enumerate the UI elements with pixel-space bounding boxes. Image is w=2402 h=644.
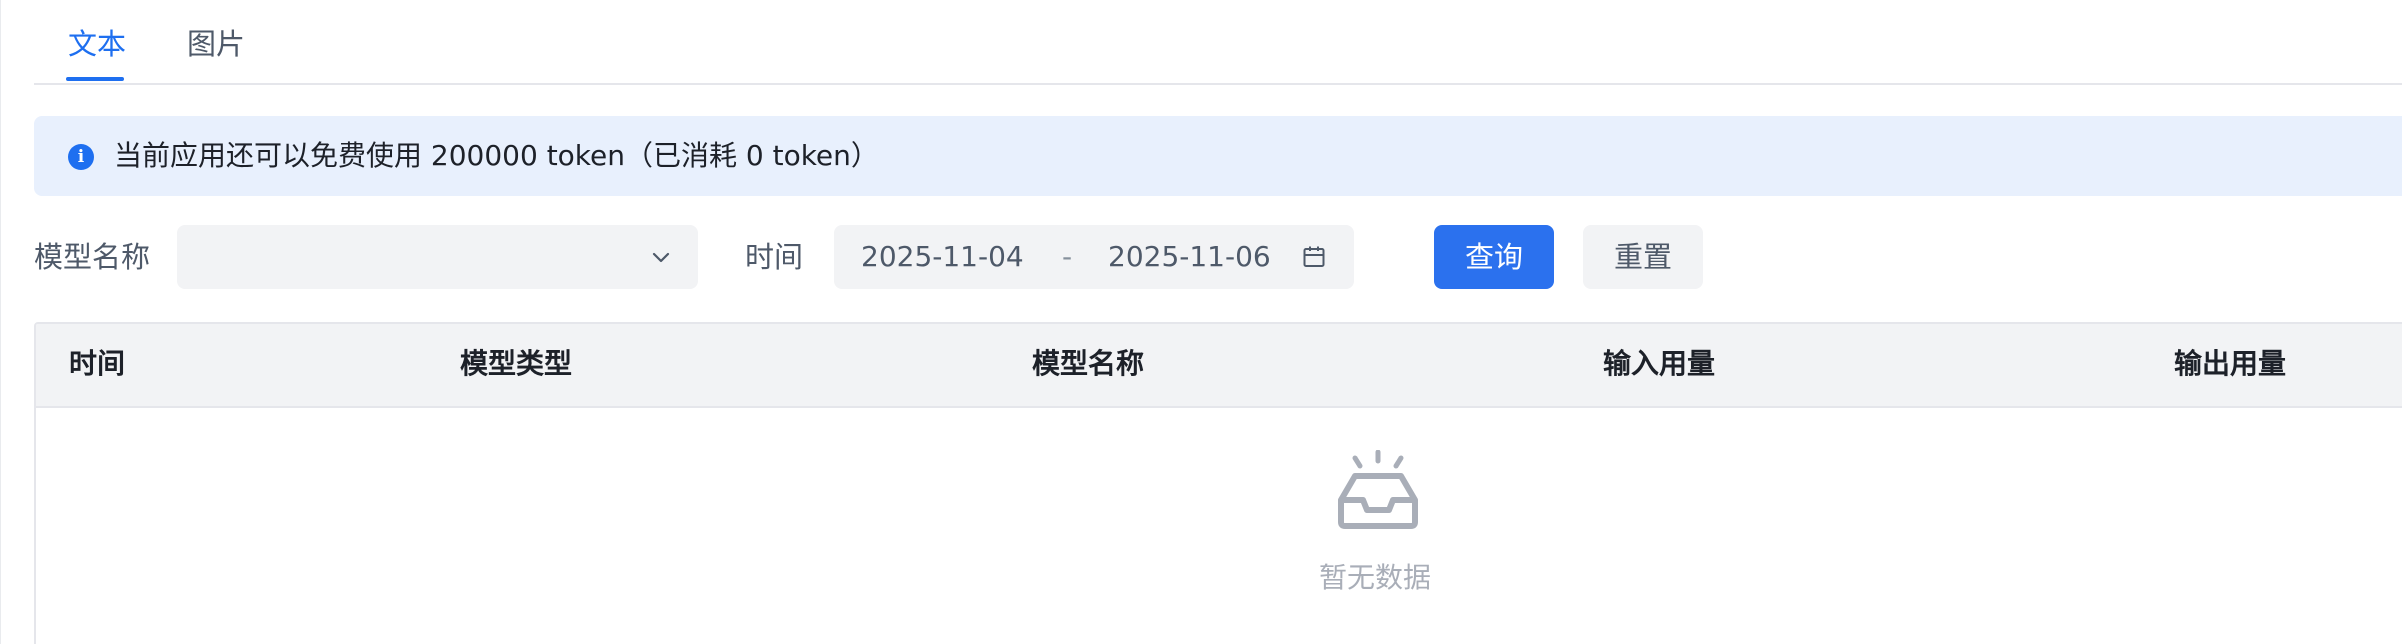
date-start-input[interactable]: 2025-11-04 [861,237,1024,277]
date-range-picker[interactable]: 2025-11-04 - 2025-11-06 [834,225,1354,289]
column-header-output-usage: 输出用量 [2174,347,2287,380]
active-tab-indicator [66,77,124,81]
column-header-model-name: 模型名称 [1032,347,1145,380]
column-header-input-usage: 输入用量 [1603,347,1716,380]
left-divider [0,0,1,644]
empty-inbox-icon [1338,450,1418,529]
token-usage-page: 文本 图片 i 当前应用还可以免费使用 200000 token（已消耗 0 t… [0,0,2402,644]
query-button[interactable]: 查询 [1434,225,1554,289]
tab-bar: 文本 图片 [34,0,2402,85]
info-icon: i [68,144,94,170]
model-name-label: 模型名称 [34,240,151,274]
column-header-model-type: 模型类型 [460,347,573,380]
column-header-time: 时间 [69,347,126,380]
time-label: 时间 [745,240,804,274]
date-end-input[interactable]: 2025-11-06 [1108,237,1271,277]
reset-button[interactable]: 重置 [1583,225,1703,289]
chevron-down-icon [652,252,670,263]
table-header: 时间 模型类型 模型名称 输入用量 输出用量 [36,324,2402,408]
date-separator: - [1062,240,1073,273]
free-quota-alert: i 当前应用还可以免费使用 200000 token（已消耗 0 token） [34,116,2402,196]
tab-text[interactable]: 文本 [68,24,126,64]
calendar-icon[interactable] [1302,245,1326,269]
empty-state-text: 暂无数据 [1319,561,1432,594]
tab-image[interactable]: 图片 [187,24,245,64]
usage-table: 时间 模型类型 模型名称 输入用量 输出用量 暂无数据 [34,322,2402,644]
model-name-select[interactable] [177,225,698,289]
alert-message: 当前应用还可以免费使用 200000 token（已消耗 0 token） [114,139,879,172]
